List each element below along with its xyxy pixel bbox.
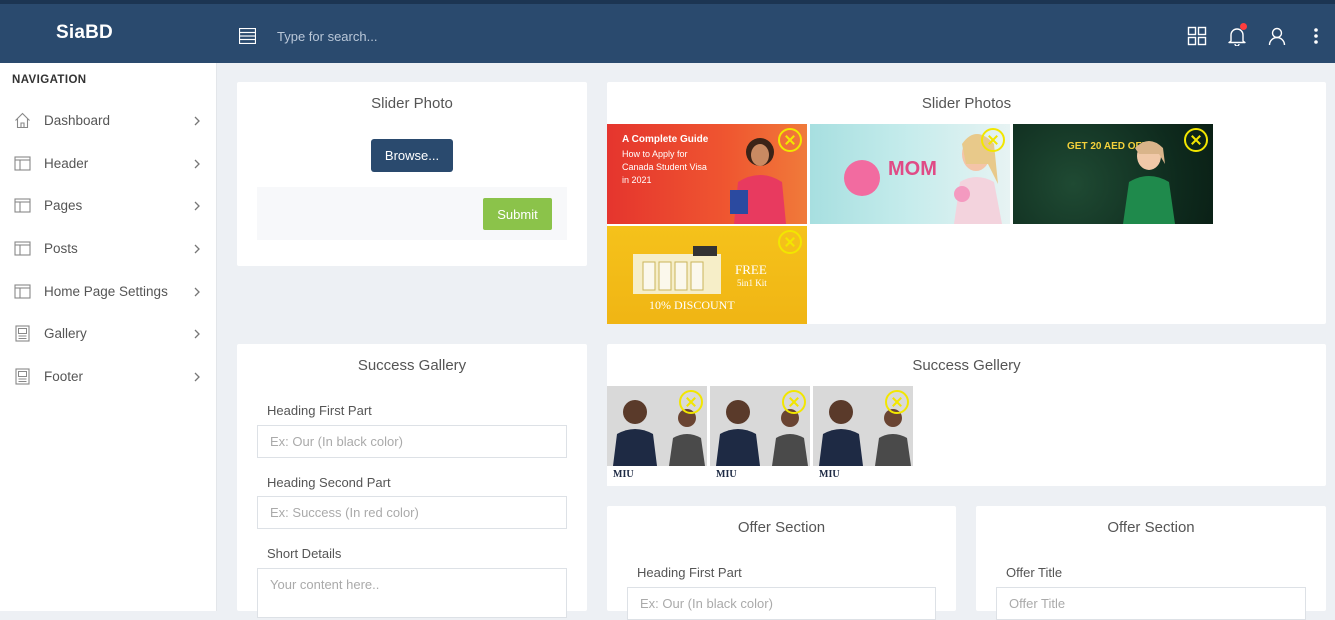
slider-photo-discount-kit-banner: FREE 5in1 Kit 10% DISCOUNT xyxy=(607,226,807,324)
sidebar-title: NAVIGATION xyxy=(12,74,87,86)
heading-second-part-input[interactable] xyxy=(257,496,567,529)
remove-photo-button[interactable] xyxy=(679,390,703,414)
product-bottles xyxy=(633,246,721,294)
sidebar-item-gallery[interactable]: Gallery xyxy=(0,316,216,352)
slider-photos-card: Slider Photos A Complete Guide How to Ap… xyxy=(607,82,1326,324)
submit-button[interactable]: Submit xyxy=(483,198,552,230)
sidebar-item-footer[interactable]: Footer xyxy=(0,359,216,395)
success-photo-2: MIU xyxy=(710,386,810,486)
offer-title-input[interactable] xyxy=(996,587,1306,620)
remove-photo-button[interactable] xyxy=(778,128,802,152)
brand-logo[interactable]: SiaBD xyxy=(56,22,113,44)
sidebar-item-home-page-settings[interactable]: Home Page Settings xyxy=(0,274,216,310)
field-label: Heading First Part xyxy=(267,403,372,418)
chevron-right-icon xyxy=(194,159,200,169)
success-photo-1: MIU xyxy=(607,386,707,486)
chevron-right-icon xyxy=(194,201,200,211)
card-title: Success Gellery xyxy=(912,357,1021,374)
layout-icon xyxy=(14,284,31,299)
photo-brand: MIU xyxy=(819,469,840,480)
browse-button[interactable]: Browse... xyxy=(371,139,453,172)
chevron-right-icon xyxy=(194,287,200,297)
sidebar-item-header[interactable]: Header xyxy=(0,146,216,182)
card-title: Offer Section xyxy=(1107,519,1195,536)
remove-photo-button[interactable] xyxy=(885,390,909,414)
sidebar-item-label: Gallery xyxy=(44,326,87,341)
field-label: Offer Title xyxy=(1006,565,1063,580)
offer-section-card-right: Offer Section Offer Title xyxy=(976,506,1326,620)
card-title: Slider Photos xyxy=(921,95,1012,112)
person-illustration xyxy=(1123,141,1175,224)
submit-area: Submit xyxy=(257,187,567,240)
sidebar-item-posts[interactable]: Posts xyxy=(0,231,216,267)
offer-heading-first-part-input[interactable] xyxy=(627,587,936,620)
photo-caption: FREE xyxy=(735,262,767,277)
more-vertical-icon[interactable] xyxy=(1306,26,1326,46)
photo-caption: in 2021 xyxy=(622,175,652,185)
sidebar-item-pages[interactable]: Pages xyxy=(0,188,216,224)
offer-section-card-left: Offer Section Heading First Part xyxy=(607,506,956,620)
field-label: Short Details xyxy=(267,546,342,561)
chevron-right-icon xyxy=(194,329,200,339)
layout-icon xyxy=(14,156,31,171)
photo-brand: MIU xyxy=(716,469,737,480)
photo-caption: How to Apply for xyxy=(622,149,688,159)
sidebar-item-label: Dashboard xyxy=(44,113,111,128)
sidebar-item-label: Pages xyxy=(44,198,83,213)
success-gallery-card: Success Gallery Heading First Part Headi… xyxy=(237,344,587,618)
home-icon xyxy=(15,112,30,129)
sidebar: NAVIGATION Dashboard Header Pages Posts … xyxy=(0,63,217,611)
slider-photo-card: Slider Photo Browse... Submit xyxy=(237,82,587,266)
search-input[interactable] xyxy=(277,23,677,49)
gallery-icon xyxy=(15,325,30,342)
success-photo-3: MIU xyxy=(813,386,913,486)
sidebar-item-label: Footer xyxy=(44,369,84,384)
remove-photo-button[interactable] xyxy=(1184,128,1208,152)
field-label: Heading First Part xyxy=(637,565,742,580)
remove-photo-button[interactable] xyxy=(778,230,802,254)
sidebar-item-label: Home Page Settings xyxy=(44,284,168,299)
chevron-right-icon xyxy=(194,372,200,382)
sidebar-item-label: Header xyxy=(44,156,89,171)
sidebar-item-label: Posts xyxy=(44,241,78,256)
remove-photo-button[interactable] xyxy=(782,390,806,414)
gallery-icon xyxy=(15,368,30,385)
slider-photo-mothers-day-banner: MOM xyxy=(810,124,1010,224)
notification-dot xyxy=(1240,23,1247,30)
photo-caption: 5in1 Kit xyxy=(737,278,767,288)
remove-photo-button[interactable] xyxy=(981,128,1005,152)
layout-icon xyxy=(14,198,31,213)
slider-photo-aed-offer-banner: GET 20 AED OFF xyxy=(1013,124,1213,224)
apps-grid-icon[interactable] xyxy=(1187,26,1207,46)
photo-brand: MIU xyxy=(613,469,634,480)
card-title: Offer Section xyxy=(737,519,826,536)
success-gellery-card: Success Gellery MIU MIU MIU xyxy=(607,344,1326,486)
field-label: Heading Second Part xyxy=(267,475,391,490)
photo-caption: A Complete Guide xyxy=(622,134,709,145)
sidebar-item-dashboard[interactable]: Dashboard xyxy=(0,103,216,139)
photo-caption: 10% DISCOUNT xyxy=(649,298,735,312)
photo-caption: MOM xyxy=(888,158,937,180)
card-title: Slider Photo xyxy=(371,95,453,112)
chevron-right-icon xyxy=(194,116,200,126)
layout-icon xyxy=(14,241,31,256)
card-title: Success Gallery xyxy=(357,357,467,374)
menu-icon[interactable] xyxy=(239,28,256,44)
chevron-right-icon xyxy=(194,244,200,254)
top-bar: SiaBD xyxy=(0,0,1335,63)
photo-caption: Canada Student Visa xyxy=(622,162,707,172)
slider-photo-canada-visa-guide: A Complete Guide How to Apply for Canada… xyxy=(607,124,807,224)
user-icon[interactable] xyxy=(1267,26,1287,46)
heading-first-part-input[interactable] xyxy=(257,425,567,458)
